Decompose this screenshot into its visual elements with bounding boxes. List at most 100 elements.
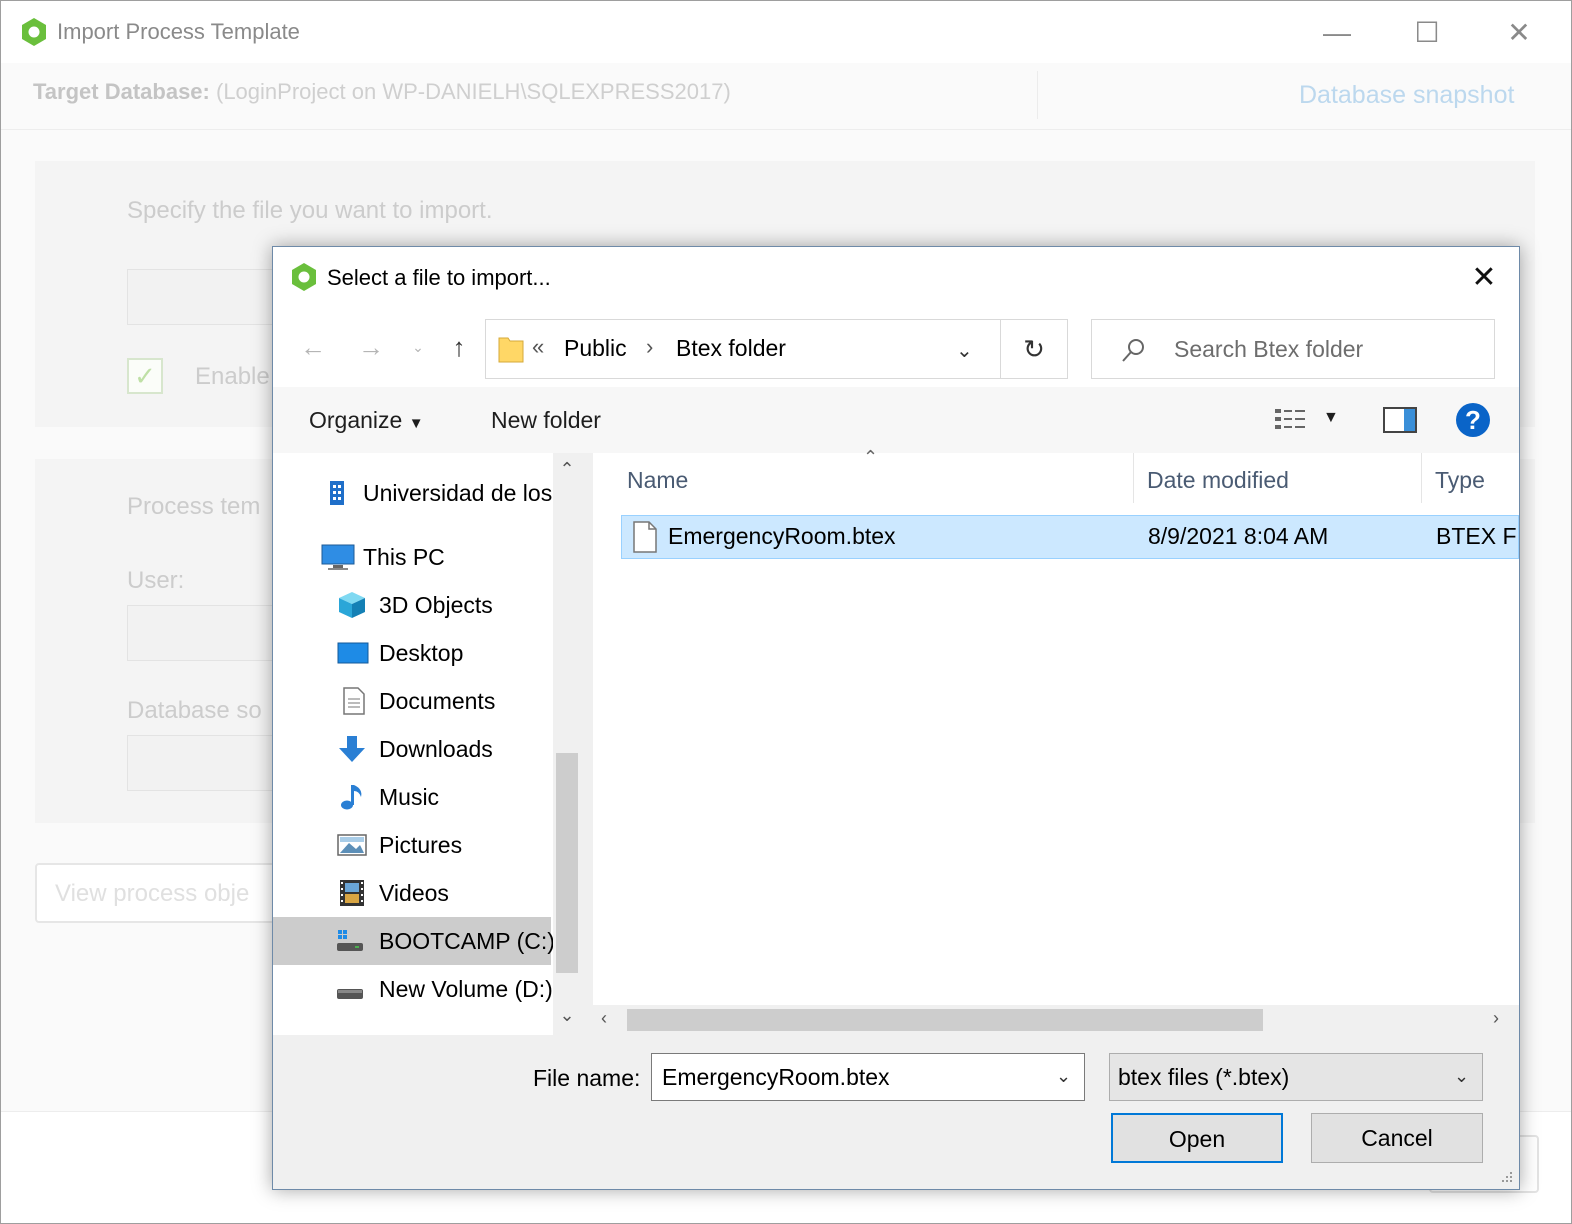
view-options-icon[interactable]: [1273, 405, 1307, 435]
enable-checkbox[interactable]: ✓: [127, 358, 163, 394]
back-arrow-icon[interactable]: ←: [295, 329, 331, 365]
navigation-scrollbar[interactable]: ⌃ ⌄: [553, 453, 581, 1035]
breadcrumb-public[interactable]: Public: [564, 335, 627, 362]
nav-item-desktop[interactable]: Desktop: [273, 629, 551, 677]
view-process-objects-button[interactable]: View process obje: [35, 863, 295, 923]
user-input[interactable]: [127, 605, 287, 661]
enable-label: Enable: [195, 363, 270, 390]
refresh-icon[interactable]: ↻: [1000, 319, 1068, 379]
address-overflow[interactable]: «: [532, 334, 544, 360]
database-label: Database so: [127, 697, 262, 724]
organize-button[interactable]: Organize ▼: [309, 407, 424, 434]
nav-label-desktop: Desktop: [379, 640, 464, 666]
column-divider[interactable]: [1133, 453, 1134, 503]
drive-icon: [337, 989, 363, 999]
view-dropdown-icon[interactable]: ▼: [1323, 409, 1339, 427]
breadcrumb-separator[interactable]: ›: [646, 334, 653, 360]
organize-dropdown-icon: ▼: [408, 415, 424, 432]
nav-item-this-pc[interactable]: This PC: [273, 533, 551, 581]
file-list-pane: ⌃ Name Date modified Type EmergencyRoom.…: [593, 447, 1519, 1035]
nav-item-downloads[interactable]: Downloads: [273, 725, 551, 773]
file-type-cell: BTEX File: [1436, 523, 1518, 549]
navigation-bar: ← → ⌄ ↑ « Public › Btex folder ⌄ ↻: [273, 309, 1519, 387]
minimize-icon[interactable]: —: [1317, 13, 1357, 53]
app-logo-icon: [22, 18, 46, 46]
file-path-input[interactable]: [127, 269, 287, 325]
process-template-label: Process tem: [127, 493, 261, 520]
file-name-input[interactable]: [660, 1062, 1040, 1092]
nav-label-downloads: Downloads: [379, 736, 493, 762]
recent-locations-icon[interactable]: ⌄: [407, 329, 429, 365]
column-divider[interactable]: [1421, 453, 1422, 503]
sort-ascending-icon: ⌃: [863, 447, 879, 467]
nav-item-3d-objects[interactable]: 3D Objects: [273, 581, 551, 629]
forward-arrow-icon[interactable]: →: [353, 329, 389, 365]
dialog-title: Select a file to import...: [327, 265, 551, 290]
organize-label: Organize: [309, 407, 403, 433]
search-box[interactable]: [1091, 319, 1495, 379]
file-type-value: btex files (*.btex): [1118, 1064, 1290, 1090]
nav-item-videos[interactable]: Videos: [273, 869, 551, 917]
address-bar[interactable]: « Public › Btex folder ⌄: [485, 319, 1067, 379]
folder-icon: [498, 337, 524, 363]
help-icon[interactable]: ?: [1456, 403, 1490, 437]
file-type-dropdown-icon[interactable]: ⌄: [1454, 1066, 1469, 1087]
user-label: User:: [127, 567, 185, 594]
maximize-icon[interactable]: ☐: [1407, 13, 1447, 53]
target-database-label: Target Database:: [33, 79, 210, 104]
building-icon: [330, 481, 344, 505]
nav-label-new-volume: New Volume (D:): [379, 976, 553, 1002]
up-arrow-icon[interactable]: ↑: [441, 329, 477, 365]
nav-label-this-pc: This PC: [363, 544, 445, 570]
header-separator: [1, 129, 1571, 130]
view-process-objects-label: View process obje: [55, 880, 250, 907]
nav-item-new-volume-drive[interactable]: New Volume (D:): [273, 965, 553, 1013]
file-name-dropdown-icon[interactable]: ⌄: [1056, 1066, 1071, 1087]
3d-objects-icon: [339, 592, 365, 618]
background-titlebar: Import Process Template — ☐ ✕: [1, 1, 1571, 63]
column-header-name[interactable]: Name: [627, 467, 688, 494]
search-icon: [1122, 339, 1144, 362]
search-input[interactable]: [1172, 334, 1472, 364]
database-snapshot-link[interactable]: Database snapshot: [1299, 81, 1514, 110]
nav-label-universidad: Universidad de los: [363, 480, 553, 506]
cancel-button[interactable]: Cancel: [1311, 1113, 1483, 1163]
horizontal-scrollbar[interactable]: ‹ ›: [593, 1005, 1519, 1035]
navigation-scroll-thumb[interactable]: [556, 753, 578, 973]
file-date-cell: 8/9/2021 8:04 AM: [1148, 523, 1329, 549]
dialog-titlebar: Select a file to import... ✕: [273, 247, 1519, 309]
scroll-right-icon[interactable]: ›: [1493, 1008, 1499, 1029]
close-icon[interactable]: ✕: [1499, 13, 1539, 53]
resize-grip-icon[interactable]: [1495, 1165, 1515, 1185]
file-row[interactable]: EmergencyRoom.btex 8/9/2021 8:04 AM BTEX…: [621, 515, 1519, 559]
scroll-left-icon[interactable]: ‹: [601, 1008, 607, 1029]
file-name-label: File name:: [533, 1065, 641, 1091]
dialog-close-icon[interactable]: ✕: [1459, 259, 1509, 299]
address-dropdown-icon[interactable]: ⌄: [956, 338, 973, 363]
preview-pane-icon[interactable]: [1383, 406, 1417, 434]
target-database: Target Database: (LoginProject on WP-DAN…: [33, 79, 731, 105]
file-name-combobox[interactable]: ⌄: [651, 1053, 1085, 1101]
new-folder-button[interactable]: New folder: [491, 407, 601, 434]
nav-label-3d-objects: 3D Objects: [379, 592, 493, 618]
horizontal-scroll-thumb[interactable]: [627, 1009, 1263, 1031]
navigation-pane: Universidad de los This PC 3D Objects De…: [273, 453, 581, 1035]
nav-label-documents: Documents: [379, 688, 496, 714]
scroll-up-icon[interactable]: ⌃: [553, 459, 581, 480]
nav-item-bootcamp-drive[interactable]: BOOTCAMP (C:): [273, 917, 555, 965]
open-button[interactable]: Open: [1111, 1113, 1283, 1163]
nav-item-universidad[interactable]: Universidad de los: [273, 469, 553, 517]
download-arrow-icon: [339, 736, 365, 762]
column-header-date-modified[interactable]: Date modified: [1147, 467, 1289, 494]
scroll-down-icon[interactable]: ⌄: [553, 1005, 581, 1026]
database-input[interactable]: [127, 735, 287, 791]
column-header-type[interactable]: Type: [1435, 467, 1485, 494]
nav-label-videos: Videos: [379, 880, 449, 906]
nav-item-documents[interactable]: Documents: [273, 677, 551, 725]
breadcrumb-btex-folder[interactable]: Btex folder: [676, 335, 786, 362]
nav-item-music[interactable]: Music: [273, 773, 551, 821]
file-type-select[interactable]: btex files (*.btex) ⌄: [1109, 1053, 1483, 1101]
desktop-icon: [337, 642, 369, 664]
nav-label-bootcamp: BOOTCAMP (C:): [379, 928, 555, 954]
nav-item-pictures[interactable]: Pictures: [273, 821, 551, 869]
